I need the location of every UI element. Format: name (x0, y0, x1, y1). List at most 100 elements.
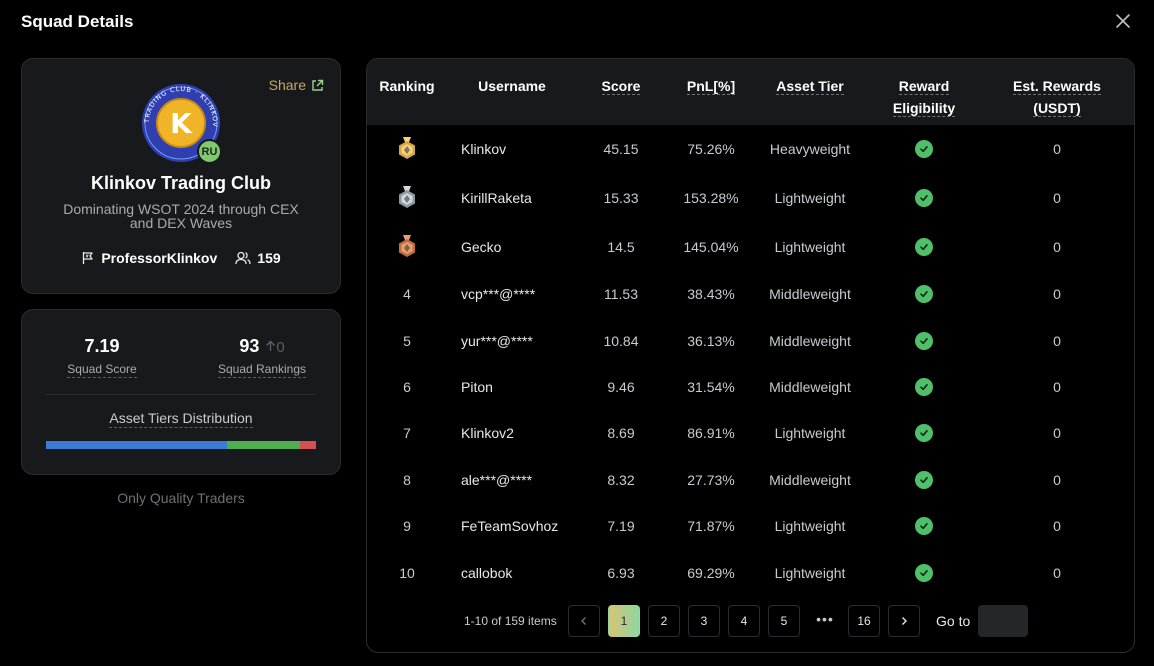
squad-members: 159 (235, 250, 281, 266)
header-reward-eligibility[interactable]: Reward Eligibility (864, 75, 984, 119)
check-circle-icon (915, 378, 933, 396)
table-row: KirillRaketa 15.33 153.28% Lightweight 0 (367, 178, 1134, 218)
squad-meta-row: ProfessorKlinkov 159 (22, 250, 340, 266)
reward-eligibility-cell (864, 274, 984, 314)
squad-name: Klinkov Trading Club (90, 173, 271, 193)
est-rewards-cell: 0 (1053, 565, 1061, 581)
squad-score-value: 7.19 (84, 336, 120, 356)
check-circle-icon (915, 424, 933, 442)
username-cell: Piton (461, 379, 493, 395)
rank-cell: 8 (403, 472, 411, 488)
asset-tier-cell: Lightweight (774, 565, 846, 581)
username-cell: yur***@**** (461, 333, 533, 349)
header-score[interactable]: Score (581, 75, 661, 97)
pagination: 1-10 of 159 items 12345 ••• 16 Go to (367, 605, 1134, 639)
check-circle-icon (915, 189, 933, 207)
asset-tier-cell: Lightweight (774, 190, 846, 206)
check-circle-icon (915, 471, 933, 489)
gold-medal-icon (399, 137, 415, 159)
pnl-cell: 38.43% (687, 286, 735, 302)
rank-cell: 9 (403, 518, 411, 534)
reward-eligibility-cell (864, 367, 984, 407)
username-cell: callobok (461, 565, 513, 581)
page-button-2[interactable]: 2 (648, 605, 680, 637)
squad-description: Dominating WSOT 2024 through CEX and DEX… (63, 201, 299, 231)
close-icon[interactable] (1114, 12, 1132, 30)
page-button-3[interactable]: 3 (688, 605, 720, 637)
page-button-last[interactable]: 16 (848, 605, 880, 637)
rank-cell (367, 178, 447, 218)
logo-letter: K (170, 107, 193, 140)
table-row: 9 FeTeamSovhoz 7.19 71.87% Lightweight 0 (367, 506, 1134, 546)
username-cell: vcp***@**** (461, 286, 536, 302)
rank-cell: 4 (403, 286, 411, 302)
table-row: 10 callobok 6.93 69.29% Lightweight 0 (367, 553, 1134, 593)
rank-cell: 10 (399, 565, 415, 581)
squad-owner[interactable]: ProfessorKlinkov (81, 250, 217, 266)
goto-page-input[interactable] (978, 605, 1028, 637)
reward-eligibility-cell (864, 553, 984, 593)
pnl-cell: 71.87% (687, 518, 735, 534)
score-cell: 6.93 (607, 565, 635, 581)
pagination-ellipsis[interactable]: ••• (815, 611, 835, 627)
squad-score-label[interactable]: Squad Score (67, 362, 137, 378)
squad-ranking-block: 93 0 Squad Rankings (202, 336, 322, 378)
squad-ranking-label[interactable]: Squad Rankings (217, 362, 307, 378)
reward-eligibility-cell (864, 413, 984, 453)
pnl-cell: 86.91% (687, 425, 735, 441)
rank-cell: 7 (403, 425, 411, 441)
check-circle-icon (915, 238, 933, 256)
pnl-cell: 75.26% (687, 141, 735, 157)
ranking-delta: 0 (265, 339, 285, 356)
chevron-right-icon (902, 617, 907, 625)
header-asset-tier[interactable]: Asset Tier (760, 75, 860, 97)
next-page-button[interactable] (888, 605, 920, 637)
est-rewards-cell: 0 (1053, 333, 1061, 349)
table-row: 5 yur***@**** 10.84 36.13% Middleweight 0 (367, 321, 1134, 361)
prev-page-button[interactable] (568, 605, 600, 637)
squad-details-modal: Squad Details Share TRADING CLUB · KLINK… (0, 0, 1154, 666)
asset-tiers-distribution-bar[interactable] (46, 441, 316, 449)
member-count: 159 (257, 250, 281, 266)
pnl-cell: 153.28% (683, 190, 739, 206)
est-rewards-cell: 0 (1053, 379, 1061, 395)
squad-ranking-value: 93 (239, 336, 260, 356)
users-icon (235, 251, 251, 265)
page-button-5[interactable]: 5 (768, 605, 800, 637)
header-est-rewards[interactable]: Est. Rewards (USDT) (992, 75, 1122, 119)
rank-cell: 5 (403, 333, 411, 349)
share-button[interactable]: Share (269, 77, 324, 93)
distribution-segment (226, 441, 300, 449)
table-row: 7 Klinkov2 8.69 86.91% Lightweight 0 (367, 413, 1134, 453)
pnl-cell: 145.04% (683, 239, 739, 255)
page-button-1[interactable]: 1 (608, 605, 640, 637)
score-cell: 9.46 (607, 379, 635, 395)
header-pnl[interactable]: PnL[%] (666, 75, 756, 97)
est-rewards-cell: 0 (1053, 141, 1061, 157)
table-header: Ranking Username Score PnL[%] Asset Tier… (367, 59, 1134, 125)
est-rewards-cell: 0 (1053, 239, 1061, 255)
score-cell: 14.5 (607, 239, 635, 255)
asset-tier-cell: Middleweight (769, 286, 851, 302)
asset-tier-cell: Heavyweight (769, 141, 851, 157)
silver-medal-icon (399, 186, 415, 208)
squad-info-card: Share TRADING CLUB · KLINKOV K RU Klinko… (21, 58, 341, 294)
page-button-4[interactable]: 4 (728, 605, 760, 637)
table-row: 4 vcp***@**** 11.53 38.43% Middleweight 0 (367, 274, 1134, 314)
distribution-segment (46, 441, 227, 449)
asset-tiers-distribution-label[interactable]: Asset Tiers Distribution (22, 410, 340, 428)
reward-eligibility-cell (864, 129, 984, 169)
score-cell: 15.33 (603, 190, 639, 206)
distribution-segment (299, 441, 316, 449)
rank-cell (367, 227, 447, 267)
header-ranking: Ranking (379, 78, 435, 94)
est-rewards-cell: 0 (1053, 472, 1061, 488)
pagination-total: 1-10 of 159 items (464, 614, 557, 628)
score-cell: 8.32 (607, 472, 635, 488)
est-rewards-cell: 0 (1053, 518, 1061, 534)
reward-eligibility-cell (864, 178, 984, 218)
username-cell: Gecko (461, 239, 502, 255)
pnl-cell: 27.73% (687, 472, 735, 488)
asset-tier-cell: Middleweight (769, 472, 851, 488)
chevron-left-icon (581, 617, 586, 625)
